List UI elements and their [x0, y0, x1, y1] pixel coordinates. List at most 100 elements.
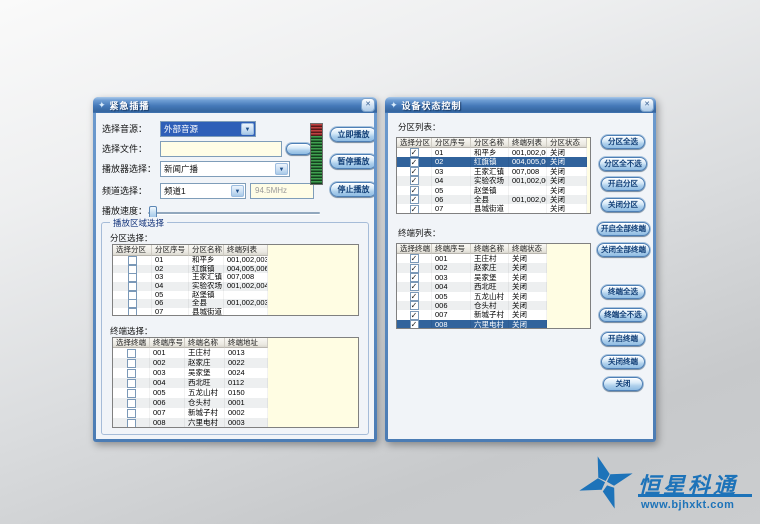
close-icon[interactable]: ✕	[641, 99, 653, 111]
table-row[interactable]: 005五龙山村0150	[113, 388, 268, 398]
terminal-deselect-all-button[interactable]: 终端全不选	[599, 308, 647, 322]
column-header[interactable]: 分区状态	[547, 138, 587, 148]
table-row[interactable]: ✓002赵家庄关闭	[397, 263, 547, 272]
pause-button[interactable]: 暂停播放	[330, 154, 374, 169]
column-header[interactable]: 终端序号	[432, 244, 471, 254]
terminal-select-all-button[interactable]: 终端全选	[601, 285, 645, 299]
channel-select[interactable]: 频道1 ▼	[160, 183, 246, 199]
table-row[interactable]: 05赵堡镇	[113, 291, 268, 300]
row-checkbox[interactable]: ✓	[410, 320, 419, 329]
row-checkbox[interactable]	[128, 282, 137, 291]
table-row[interactable]: 004西北旺0112	[113, 378, 268, 388]
column-header[interactable]: 终端名称	[471, 244, 509, 254]
table-row[interactable]: ✓05赵堡镇关闭	[397, 186, 587, 195]
close-button[interactable]: 关闭	[603, 377, 643, 391]
row-checkbox[interactable]	[128, 256, 137, 265]
open-all-terminals-button[interactable]: 开启全部终端	[597, 222, 650, 236]
table-row[interactable]: ✓01和平乡001,002,003关闭	[397, 148, 587, 157]
row-checkbox[interactable]: ✓	[410, 186, 419, 195]
row-checkbox[interactable]: ✓	[410, 205, 419, 214]
row-checkbox[interactable]: ✓	[410, 195, 419, 204]
emergency-window-titlebar[interactable]: ✦ 紧急插播 ✕	[93, 97, 377, 113]
column-header[interactable]: 终端序号	[150, 338, 185, 348]
column-header[interactable]: 选择分区	[397, 138, 432, 148]
row-checkbox[interactable]	[127, 369, 136, 378]
table-row[interactable]: ✓001王庄村关闭	[397, 254, 547, 263]
row-checkbox[interactable]: ✓	[410, 301, 419, 310]
chevron-down-icon[interactable]: ▼	[241, 123, 254, 135]
close-all-terminals-button[interactable]: 关闭全部终端	[597, 243, 650, 257]
table-row[interactable]: 008六里电村0003	[113, 418, 268, 428]
close-partition-button[interactable]: 关闭分区	[601, 198, 645, 212]
open-terminal-button[interactable]: 开启终端	[601, 332, 645, 346]
table-row[interactable]: 006仓头村0001	[113, 398, 268, 408]
column-header[interactable]: 分区序号	[152, 245, 189, 256]
table-row[interactable]: ✓006仓头村关闭	[397, 301, 547, 310]
table-row[interactable]: 03王家汇镇007,008	[113, 273, 268, 282]
play-now-button[interactable]: 立即播放	[330, 127, 374, 142]
row-checkbox[interactable]: ✓	[410, 158, 419, 167]
column-header[interactable]: 终端列表	[509, 138, 547, 148]
column-header[interactable]: 分区序号	[432, 138, 471, 148]
row-checkbox[interactable]	[128, 308, 137, 316]
file-input[interactable]	[160, 141, 282, 157]
table-row[interactable]: 002赵家庄0022	[113, 358, 268, 368]
row-checkbox[interactable]: ✓	[410, 167, 419, 176]
row-checkbox[interactable]	[127, 399, 136, 408]
column-header[interactable]: 分区名称	[189, 245, 224, 256]
column-header[interactable]: 选择终端	[113, 338, 150, 348]
player-select[interactable]: 新闻广播 ▼	[160, 161, 290, 177]
row-checkbox[interactable]	[128, 273, 137, 282]
chevron-down-icon[interactable]: ▼	[275, 163, 288, 175]
table-row[interactable]: 003吴家堡0024	[113, 368, 268, 378]
row-checkbox[interactable]: ✓	[410, 282, 419, 291]
table-row[interactable]: ✓008六里电村关闭	[397, 320, 547, 329]
column-header[interactable]: 终端地址	[225, 338, 268, 348]
column-header[interactable]: 选择终端	[397, 244, 432, 254]
row-checkbox[interactable]	[128, 265, 137, 274]
column-header[interactable]: 分区名称	[471, 138, 509, 148]
close-terminal-button[interactable]: 关闭终端	[601, 355, 645, 369]
row-checkbox[interactable]	[127, 349, 136, 358]
browse-button[interactable]	[286, 143, 312, 155]
row-checkbox[interactable]: ✓	[410, 273, 419, 282]
table-row[interactable]: ✓04实验农场001,002,004关闭	[397, 176, 587, 185]
row-checkbox[interactable]	[127, 419, 136, 428]
table-row[interactable]: 07县城街道	[113, 308, 268, 316]
table-row[interactable]: ✓007新城子村关闭	[397, 310, 547, 319]
table-row[interactable]: ✓03王家汇镇007,008关闭	[397, 167, 587, 176]
close-icon[interactable]: ✕	[362, 99, 374, 111]
table-row[interactable]: 06全县001,002,003	[113, 299, 268, 308]
table-row[interactable]: ✓003吴家堡关闭	[397, 273, 547, 282]
table-row[interactable]: ✓004西北旺关闭	[397, 282, 547, 291]
table-row[interactable]: 001王庄村0013	[113, 348, 268, 358]
row-checkbox[interactable]	[128, 299, 137, 308]
row-checkbox[interactable]	[127, 359, 136, 368]
table-row[interactable]: 01和平乡001,002,003	[113, 256, 268, 265]
row-checkbox[interactable]	[127, 409, 136, 418]
speed-slider-track[interactable]	[148, 212, 320, 214]
row-checkbox[interactable]: ✓	[410, 254, 419, 263]
column-header[interactable]: 终端名称	[185, 338, 225, 348]
device-window-titlebar[interactable]: ✦ 设备状态控制 ✕	[385, 97, 656, 113]
row-checkbox[interactable]	[127, 389, 136, 398]
table-row[interactable]: ✓005五龙山村关闭	[397, 292, 547, 301]
open-partition-button[interactable]: 开启分区	[601, 177, 645, 191]
partition-select-all-button[interactable]: 分区全选	[601, 135, 645, 149]
table-row[interactable]: 02红旗镇004,005,006	[113, 265, 268, 274]
row-checkbox[interactable]: ✓	[410, 148, 419, 157]
row-checkbox[interactable]	[127, 379, 136, 388]
row-checkbox[interactable]: ✓	[410, 176, 419, 185]
row-checkbox[interactable]	[128, 291, 137, 300]
column-header[interactable]: 终端列表	[224, 245, 268, 256]
stop-button[interactable]: 停止播放	[330, 182, 374, 197]
partition-deselect-all-button[interactable]: 分区全不选	[599, 157, 647, 171]
audio-source-select[interactable]: 外部音源 ▼	[160, 121, 256, 137]
column-header[interactable]: 终端状态	[509, 244, 547, 254]
chevron-down-icon[interactable]: ▼	[231, 185, 244, 197]
table-row[interactable]: ✓07县城街道关闭	[397, 204, 587, 213]
table-row[interactable]: 04实验农场001,002,004	[113, 282, 268, 291]
table-row[interactable]: ✓02红旗镇004,005,006关闭	[397, 157, 587, 166]
table-row[interactable]: 007新城子村0002	[113, 408, 268, 418]
row-checkbox[interactable]: ✓	[410, 264, 419, 273]
